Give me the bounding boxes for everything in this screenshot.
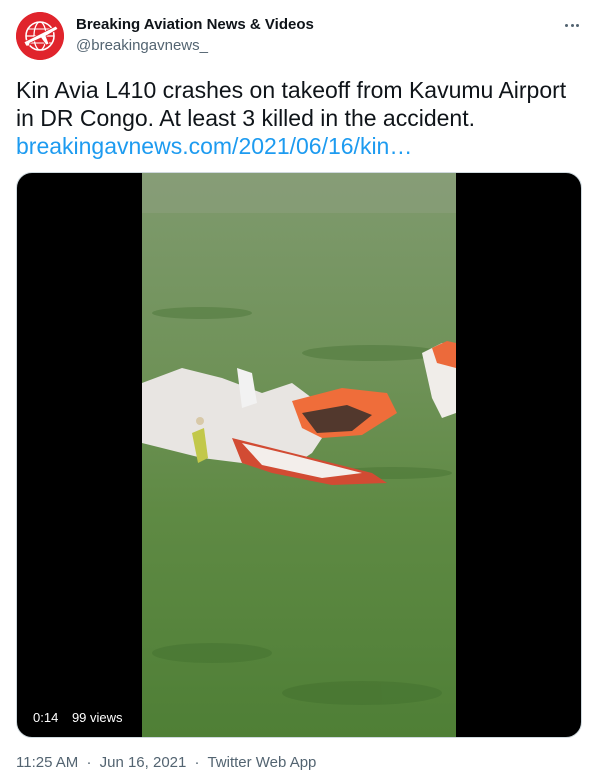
author-handle[interactable]: @breakingavnews_: [76, 37, 208, 54]
more-dot: [570, 23, 574, 27]
avatar[interactable]: [16, 12, 64, 60]
video-frame: [142, 173, 456, 737]
video-duration: 0:14: [33, 710, 59, 725]
more-dot: [575, 23, 579, 27]
tweet-card: Breaking Aviation News & Videos @breakin…: [0, 0, 598, 780]
author-name[interactable]: Breaking Aviation News & Videos: [76, 16, 314, 33]
more-dot: [565, 23, 569, 27]
video-meta-overlay: 0:14 99 views: [25, 706, 131, 729]
globe-plane-logo-icon: [16, 12, 64, 60]
meta-separator: ·: [86, 754, 92, 771]
video-player[interactable]: 0:14 99 views: [16, 172, 582, 738]
more-options-button[interactable]: [560, 14, 584, 36]
meta-separator: ·: [194, 754, 200, 771]
tweet-text: Kin Avia L410 crashes on takeoff from Ka…: [16, 76, 582, 160]
video-views: 99 views: [71, 710, 123, 725]
tweet-date[interactable]: Jun 16, 2021: [100, 754, 187, 771]
tweet-body: Kin Avia L410 crashes on takeoff from Ka…: [16, 77, 567, 131]
tweet-meta: 11:25 AM · Jun 16, 2021 · Twitter Web Ap…: [16, 754, 316, 771]
tweet-client[interactable]: Twitter Web App: [207, 754, 316, 771]
tweet-link[interactable]: breakingavnews.com/2021/06/16/kin…: [16, 133, 412, 159]
tweet-time[interactable]: 11:25 AM: [16, 754, 78, 771]
